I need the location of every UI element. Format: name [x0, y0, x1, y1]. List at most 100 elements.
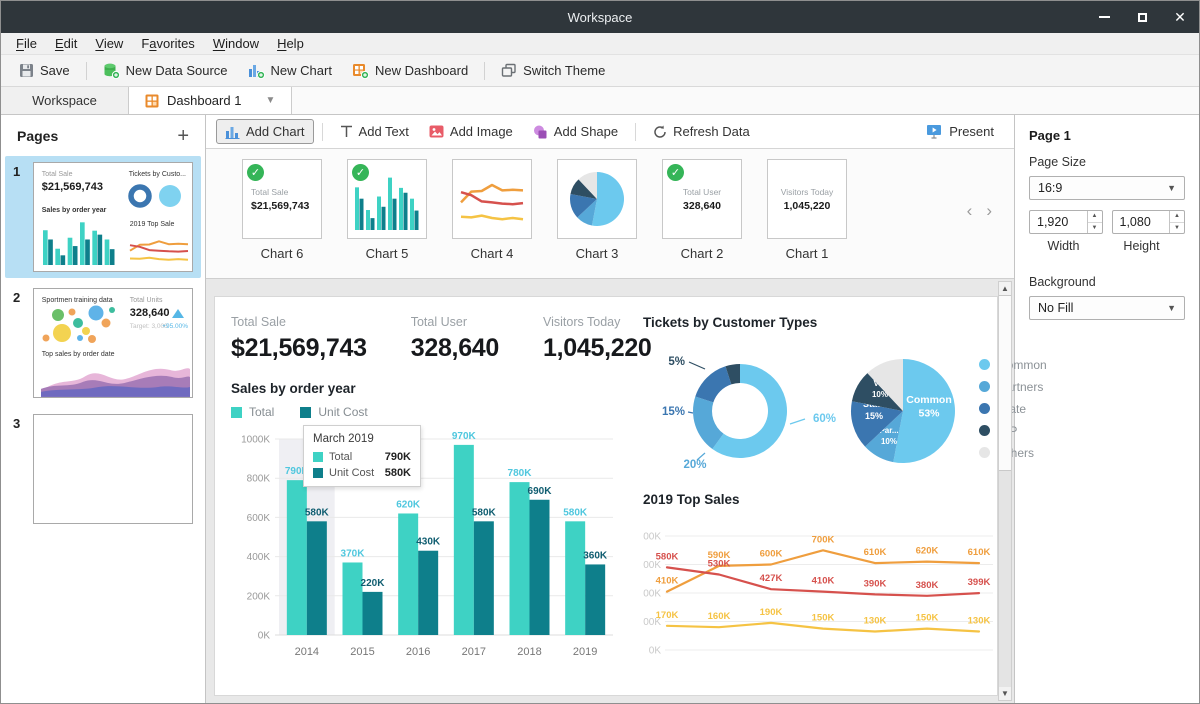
scrollbar-thumb[interactable]	[999, 295, 1011, 471]
height-stepper[interactable]: 1,080 ▲▼	[1112, 210, 1186, 234]
dashboard-canvas[interactable]: Total Sale $21,569,743 Total User 328,64…	[206, 279, 1014, 703]
menu-item-view[interactable]: View	[86, 34, 132, 53]
scrollbar-down-arrow[interactable]: ▼	[999, 687, 1011, 700]
page-size-select[interactable]: 16:9 ▼	[1029, 176, 1185, 200]
pie-legend-item-vip[interactable]: VIP	[979, 424, 1047, 438]
add-text-button[interactable]: Add Text	[331, 119, 418, 144]
title-bar: Workspace ✕	[1, 1, 1199, 33]
svg-text:220K: 220K	[361, 578, 386, 589]
save-button[interactable]: Save	[11, 59, 78, 82]
menu-item-edit[interactable]: Edit	[46, 34, 86, 53]
gallery-chart-card[interactable]: Visitors Today1,045,220	[767, 159, 847, 239]
bar-chart-title: Sales by order year	[231, 381, 631, 396]
menu-item-favorites[interactable]: Favorites	[132, 34, 203, 53]
menu-item-help[interactable]: Help	[268, 34, 313, 53]
database-plus-icon	[103, 63, 120, 79]
kpi-total-user[interactable]: Total User 328,640	[411, 315, 499, 363]
application-window: Workspace ✕ FileEditViewFavoritesWindowH…	[0, 0, 1200, 704]
svg-text:53%: 53%	[918, 408, 940, 420]
switch-theme-button[interactable]: Switch Theme	[493, 59, 613, 82]
svg-text:580K: 580K	[305, 507, 330, 518]
save-icon	[19, 63, 34, 78]
present-button[interactable]: Present	[916, 120, 1004, 143]
pie-legend-item-others[interactable]: Others	[979, 446, 1047, 460]
stepper-arrows[interactable]: ▲▼	[1087, 211, 1102, 233]
donut-chart-title: Tickets by Customer Types	[643, 315, 1047, 330]
tab-dashboard-1[interactable]: Dashboard 1 ▼	[129, 87, 292, 114]
pie-legend-item-common[interactable]: Common	[979, 358, 1047, 372]
refresh-data-button[interactable]: Refresh Data	[644, 119, 759, 144]
gallery-chart-card[interactable]: ✓	[347, 159, 427, 239]
page-thumbnail-1[interactable]: 1 Total Sale $21,569,743 Tickets by Cust…	[5, 156, 201, 278]
svg-text:600K: 600K	[760, 549, 783, 560]
sales-bar-chart[interactable]: 0K200K400K600K800K1000K790K580K2014370K2…	[231, 423, 621, 675]
page-2-preview: Sportmen training data Total Units 328,6…	[33, 288, 193, 398]
chart-gallery: ✓Total Sale$21,569,743Chart 6✓Chart 5Cha…	[206, 149, 1014, 279]
top-sales-line-chart[interactable]: 0K200K400K600K800K410K590K600K700K610K62…	[643, 516, 1001, 676]
stepper-arrows[interactable]: ▲▼	[1169, 211, 1184, 233]
svg-text:610K: 610K	[968, 547, 991, 558]
gallery-chart-label: Chart 3	[576, 246, 619, 261]
add-chart-button[interactable]: Add Chart	[216, 119, 314, 144]
minimize-button[interactable]	[1085, 1, 1123, 33]
svg-text:190K: 190K	[760, 607, 783, 618]
tab-dropdown-icon[interactable]: ▼	[265, 95, 275, 106]
page-thumbnail-2[interactable]: 2 Sportmen training data Total Units 328…	[5, 282, 201, 404]
canvas-vertical-scrollbar[interactable]: ▲ ▼	[998, 281, 1012, 701]
add-shape-icon	[533, 125, 548, 139]
tickets-charts[interactable]: 60%20%15%5% Common53%Par...10%State15%VI…	[643, 341, 1047, 476]
gallery-chart-label: Chart 5	[366, 246, 409, 261]
gallery-prev-button[interactable]: ‹	[967, 201, 973, 221]
gallery-chart-label: Chart 4	[471, 246, 514, 261]
kpi-total-sale[interactable]: Total Sale $21,569,743	[231, 315, 367, 363]
properties-title: Page 1	[1029, 128, 1185, 143]
gallery-chart-card[interactable]: ✓Total User328,640	[662, 159, 742, 239]
svg-text:0K: 0K	[258, 631, 271, 642]
legend-dot-icon	[979, 425, 990, 436]
page-thumbnail-3[interactable]: 3	[5, 408, 201, 530]
gallery-chart-card[interactable]	[557, 159, 637, 239]
close-button[interactable]: ✕	[1161, 1, 1199, 33]
gallery-chart-card[interactable]	[452, 159, 532, 239]
legend-swatch-total	[231, 407, 242, 418]
svg-text:130K: 130K	[864, 615, 887, 626]
kpi-preview: Visitors Today1,045,220	[768, 160, 846, 238]
maximize-button[interactable]	[1123, 1, 1161, 33]
legend-dot-icon	[979, 381, 990, 392]
line-chart-preview	[459, 174, 525, 232]
svg-text:380K: 380K	[916, 580, 939, 591]
pie-legend-item-partners[interactable]: Partners	[979, 380, 1047, 394]
svg-text:15%: 15%	[865, 411, 883, 421]
maximize-icon	[1138, 13, 1147, 22]
add-shape-button[interactable]: Add Shape	[524, 119, 627, 144]
tickets-donut-chart[interactable]: 60%20%15%5%	[643, 341, 843, 476]
minimize-icon	[1099, 16, 1110, 18]
present-icon	[926, 124, 942, 139]
page-1-preview: Total Sale $21,569,743 Tickets by Custo.…	[33, 162, 193, 272]
window-controls: ✕	[1085, 1, 1199, 33]
gallery-chart-label: Chart 2	[681, 246, 724, 261]
svg-text:2014: 2014	[295, 646, 319, 658]
new-dashboard-button[interactable]: New Dashboard	[344, 59, 476, 83]
pie-legend: Common Partners State VIP Others	[979, 358, 1047, 460]
width-stepper[interactable]: 1,920 ▲▼	[1029, 210, 1103, 234]
tickets-pie-chart[interactable]: Common53%Par...10%State15%VIP10%	[843, 341, 971, 476]
add-image-button[interactable]: Add Image	[420, 119, 522, 144]
gallery-chart-card[interactable]: ✓Total Sale$21,569,743	[242, 159, 322, 239]
pie-legend-item-state[interactable]: State	[979, 402, 1047, 416]
toolbar-separator	[484, 62, 485, 80]
document-tab-bar: Workspace Dashboard 1 ▼	[1, 87, 1199, 115]
menu-item-window[interactable]: Window	[204, 34, 268, 53]
dashboard-page[interactable]: Total Sale $21,569,743 Total User 328,64…	[214, 296, 998, 696]
scrollbar-up-arrow[interactable]: ▲	[999, 282, 1011, 295]
new-data-source-button[interactable]: New Data Source	[95, 59, 236, 83]
svg-text:2017: 2017	[462, 646, 486, 658]
tab-workspace[interactable]: Workspace	[1, 87, 129, 114]
gallery-next-button[interactable]: ›	[986, 201, 992, 221]
new-chart-button[interactable]: New Chart	[240, 59, 340, 83]
page-size-label: Page Size	[1029, 155, 1185, 169]
refresh-icon	[653, 125, 667, 139]
menu-item-file[interactable]: File	[7, 34, 46, 53]
background-select[interactable]: No Fill ▼	[1029, 296, 1185, 320]
add-page-button[interactable]: +	[177, 129, 189, 143]
